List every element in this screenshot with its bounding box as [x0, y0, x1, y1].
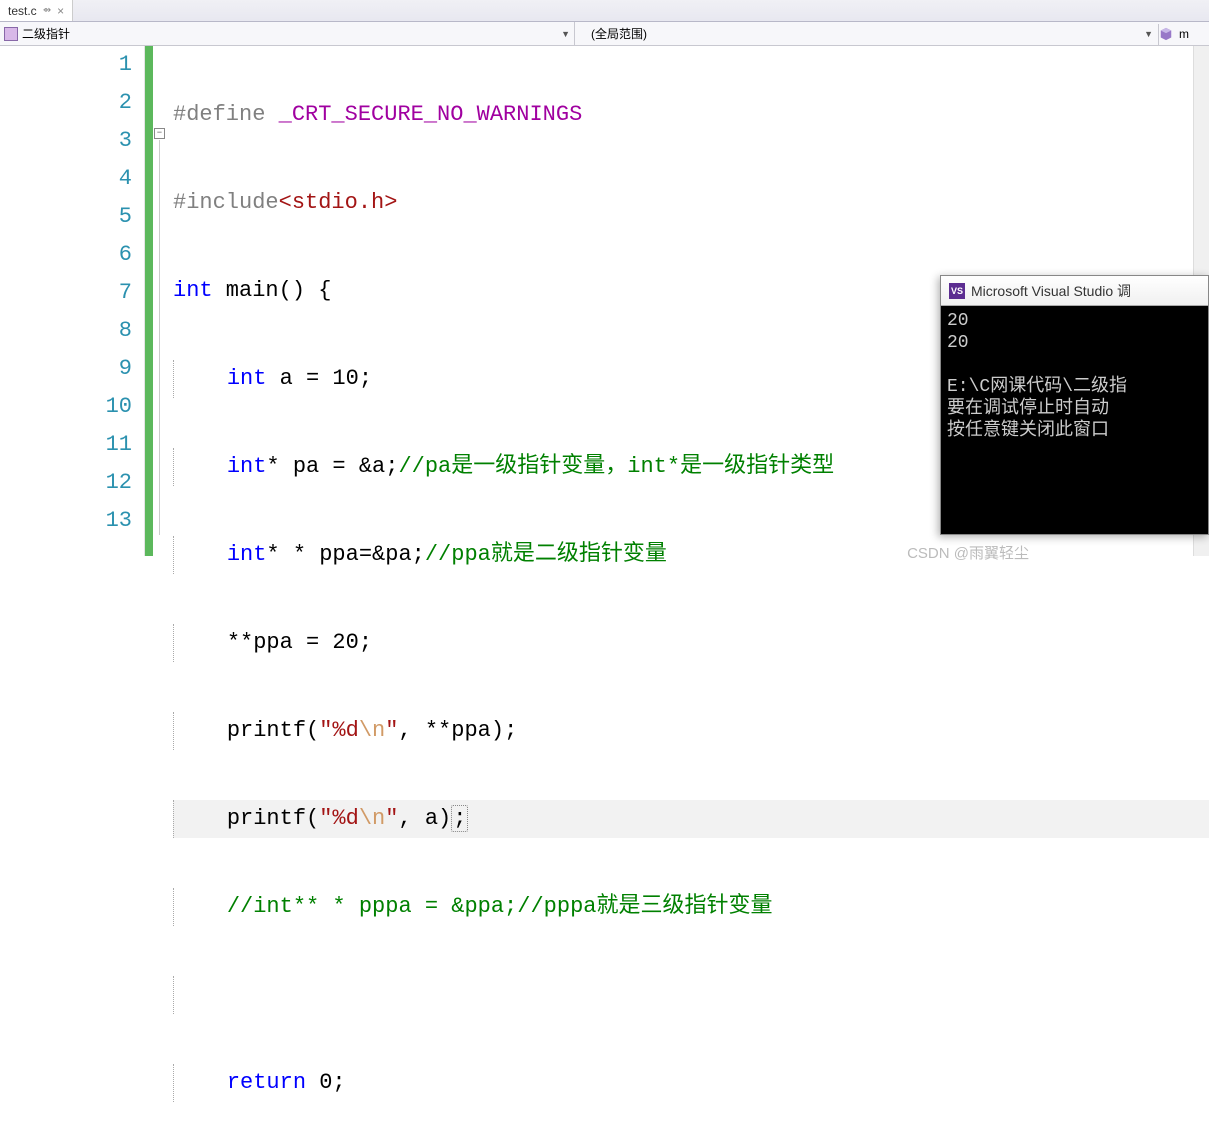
- code-line: #define _CRT_SECURE_NO_WARNINGS: [173, 96, 1209, 134]
- line-number: 12: [0, 464, 132, 502]
- scope-function-label: (全局范围): [591, 25, 647, 42]
- fold-toggle[interactable]: −: [154, 128, 165, 139]
- debug-console-window[interactable]: VS Microsoft Visual Studio 调 20 20 E:\C网…: [940, 275, 1209, 535]
- line-number: 7: [0, 274, 132, 312]
- code-line: [173, 976, 1209, 1014]
- line-number: 9: [0, 350, 132, 388]
- line-number: 1: [0, 46, 132, 84]
- pin-icon[interactable]: ⇴: [43, 5, 51, 16]
- code-line: #include<stdio.h>: [173, 184, 1209, 222]
- scope-selector-class[interactable]: 二级指针 ▼: [0, 22, 575, 45]
- chevron-down-icon: ▼: [1144, 29, 1153, 39]
- line-number: 2: [0, 84, 132, 122]
- line-number-gutter: 1 2 3 4 5 6 7 8 9 10 11 12 13: [0, 46, 145, 556]
- code-line: return 0;: [173, 1064, 1209, 1102]
- visual-studio-icon: VS: [949, 283, 965, 299]
- file-tab[interactable]: test.c ⇴ ×: [0, 0, 73, 21]
- change-margin: [145, 46, 153, 556]
- fold-column: −: [153, 46, 169, 556]
- scope-selector-function[interactable]: (全局范围) ▼ m: [575, 22, 1209, 45]
- struct-icon: [4, 27, 18, 41]
- tab-filename: test.c: [8, 4, 37, 18]
- line-number: 6: [0, 236, 132, 274]
- line-number: 4: [0, 160, 132, 198]
- navigation-bar: 二级指针 ▼ (全局范围) ▼ m: [0, 22, 1209, 46]
- tab-bar: test.c ⇴ ×: [0, 0, 1209, 22]
- code-line-current: printf("%d\n", a);: [173, 800, 1209, 838]
- chevron-down-icon: ▼: [561, 29, 570, 39]
- line-number: 5: [0, 198, 132, 236]
- line-number: 8: [0, 312, 132, 350]
- code-line: //int** * pppa = &ppa;//pppa就是三级指针变量: [173, 888, 1209, 926]
- console-output: 20 20 E:\C网课代码\二级指 要在调试停止时自动 按任意键关闭此窗口: [941, 306, 1208, 446]
- close-icon[interactable]: ×: [57, 4, 64, 18]
- console-title-text: Microsoft Visual Studio 调: [971, 281, 1131, 301]
- fold-guide: [159, 140, 160, 535]
- console-titlebar[interactable]: VS Microsoft Visual Studio 调: [941, 276, 1208, 306]
- line-number: 13: [0, 502, 132, 540]
- scope-class-label: 二级指针: [22, 25, 70, 42]
- watermark: CSDN @雨翼轻尘: [907, 542, 1029, 563]
- member-label: m: [1179, 27, 1189, 41]
- code-line: printf("%d\n", **ppa);: [173, 712, 1209, 750]
- line-number: 3: [0, 122, 132, 160]
- code-line: int* * ppa=&pa;//ppa就是二级指针变量: [173, 536, 1209, 574]
- cube-icon: [1159, 27, 1173, 41]
- line-number: 10: [0, 388, 132, 426]
- code-line: **ppa = 20;: [173, 624, 1209, 662]
- line-number: 11: [0, 426, 132, 464]
